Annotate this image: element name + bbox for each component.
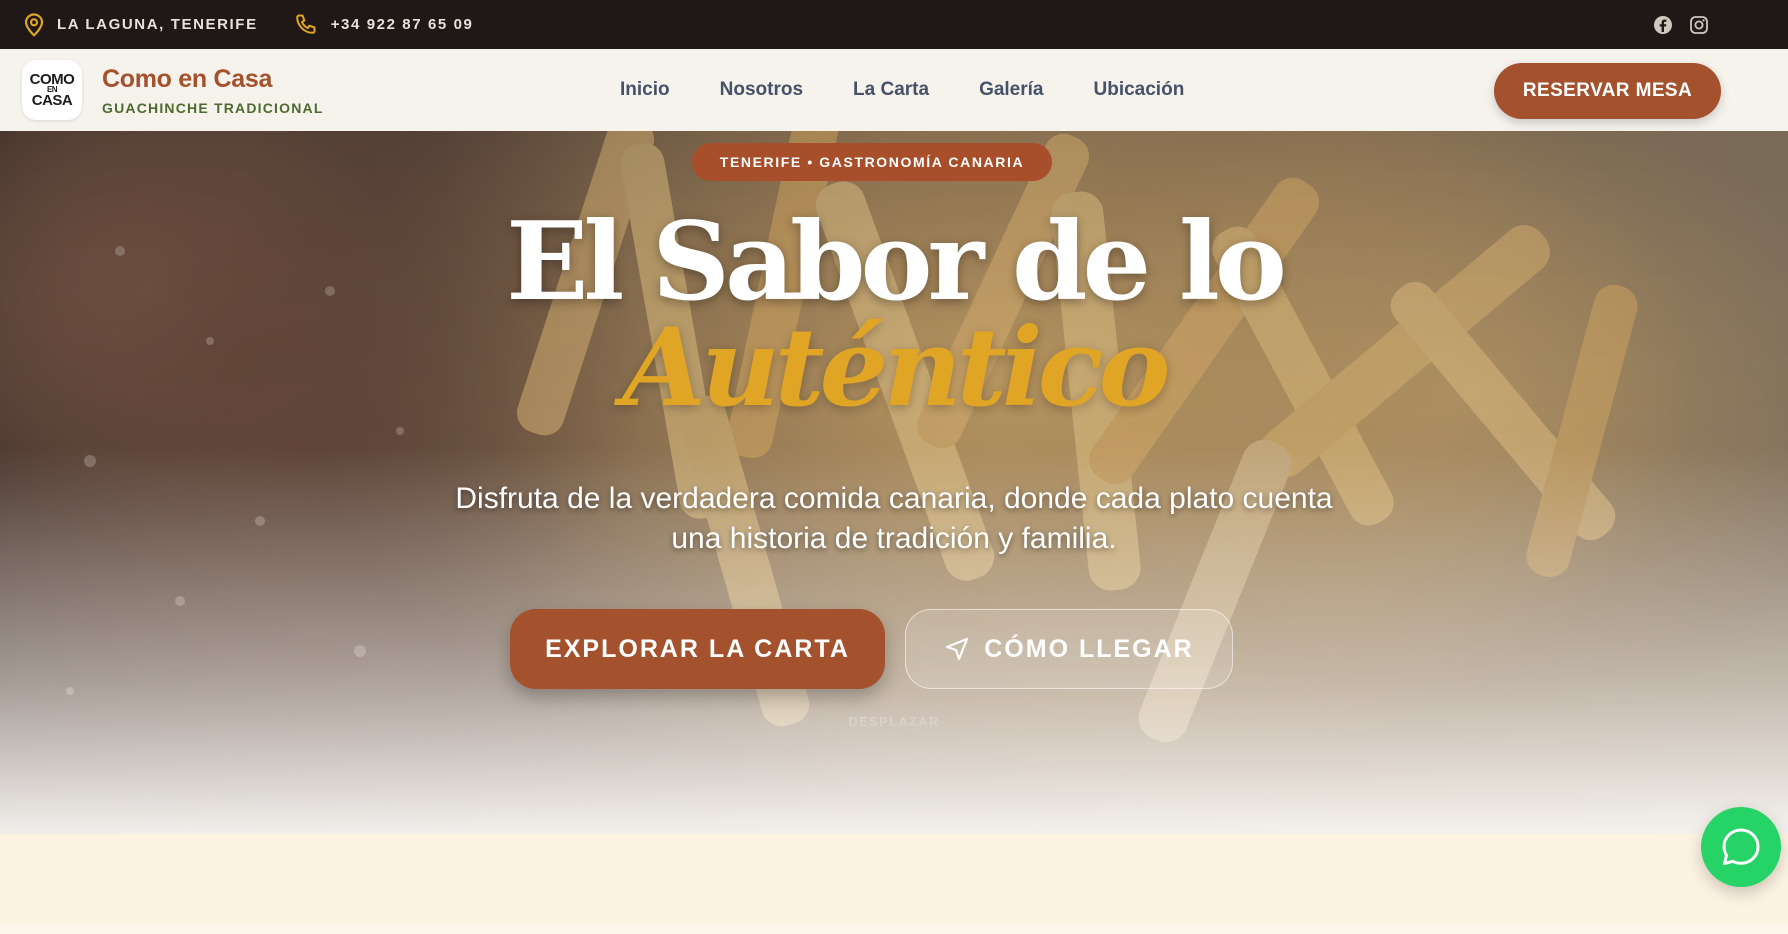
directions-button[interactable]: CÓMO LLEGAR: [905, 609, 1233, 689]
whatsapp-button[interactable]: [1701, 807, 1781, 887]
scroll-hint[interactable]: DESPLAZAR: [0, 714, 1788, 729]
nav-link-ubicacion[interactable]: Ubicación: [1094, 79, 1185, 101]
main-navigation: COMO EN CASA Como en Casa GUACHINCHE TRA…: [0, 49, 1788, 131]
location-info: LA LAGUNA, TENERIFE: [24, 12, 258, 37]
location-text: LA LAGUNA, TENERIFE: [57, 16, 258, 33]
reserve-table-button[interactable]: RESERVAR MESA: [1494, 63, 1721, 119]
brand: Como en Casa GUACHINCHE TRADICIONAL: [102, 65, 324, 116]
whatsapp-icon: [1722, 828, 1760, 865]
phone-icon: [295, 14, 316, 34]
instagram-icon[interactable]: [1689, 15, 1709, 35]
explore-menu-button[interactable]: EXPLORAR LA CARTA: [510, 609, 885, 689]
top-info-bar: LA LAGUNA, TENERIFE +34 922 87 65 09: [0, 0, 1788, 49]
social-links: [1653, 15, 1709, 35]
chevron-down-icon[interactable]: [906, 747, 926, 761]
logo-line-3: CASA: [31, 91, 73, 109]
brand-name[interactable]: Como en Casa: [102, 65, 324, 94]
next-section: [0, 834, 1788, 924]
map-pin-icon: [24, 12, 44, 37]
navigation-arrow-icon: [946, 637, 969, 661]
nav-link-inicio[interactable]: Inicio: [620, 79, 670, 101]
hero-subtitle: Disfruta de la verdadera comida canaria,…: [455, 482, 1333, 555]
hero-badge: TENERIFE • GASTRONOMÍA CANARIA: [692, 143, 1052, 181]
nav-menu: Inicio Nosotros La Carta Galería Ubicaci…: [620, 49, 1184, 131]
phone-info[interactable]: +34 922 87 65 09: [294, 13, 474, 37]
nav-link-galeria[interactable]: Galería: [979, 79, 1043, 101]
logo-line-1: COMO: [29, 70, 75, 88]
phone-text: +34 922 87 65 09: [330, 16, 474, 33]
nav-link-nosotros[interactable]: Nosotros: [720, 79, 803, 101]
nav-link-la-carta[interactable]: La Carta: [853, 79, 929, 101]
directions-button-label: CÓMO LLEGAR: [984, 634, 1194, 663]
hero-title-line-2: Auténtico: [622, 305, 1170, 431]
hero-section: TENERIFE • GASTRONOMÍA CANARIA El Sabor …: [0, 131, 1788, 834]
facebook-icon[interactable]: [1653, 15, 1673, 35]
brand-tagline: GUACHINCHE TRADICIONAL: [102, 99, 324, 116]
logo[interactable]: COMO EN CASA: [22, 60, 82, 120]
